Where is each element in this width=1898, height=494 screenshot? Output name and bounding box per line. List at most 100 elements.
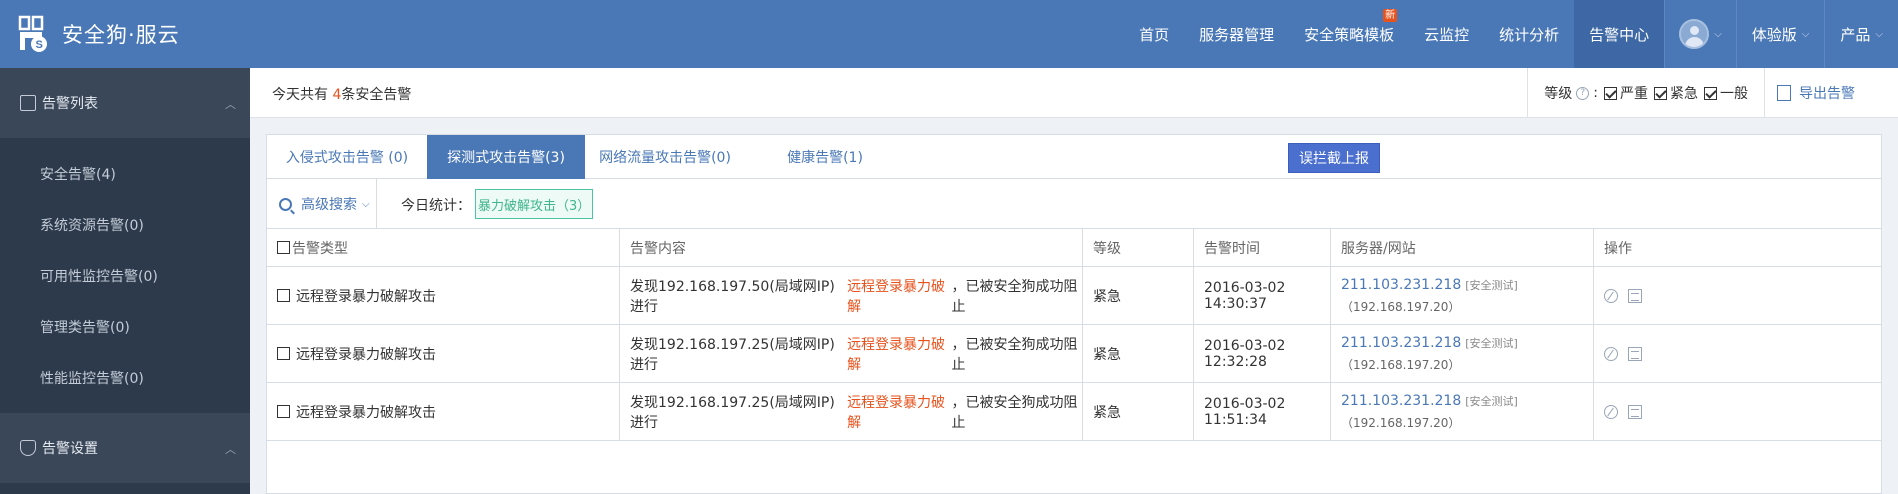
level-severe-checkbox[interactable] <box>1604 86 1617 100</box>
sidebar-item-management-alerts[interactable]: 管理类告警(0) <box>0 301 250 352</box>
user-menu[interactable]: ⌵ <box>1664 0 1737 68</box>
sidebar-item-label: 性能监控告警(0) <box>40 370 144 387</box>
filter-bar: 高级搜索 ⌵ 今日统计： 暴力破解攻击（3） <box>267 179 1881 229</box>
brand-name: 安全狗·服云 <box>62 23 180 47</box>
nav-cloud-monitor[interactable]: 云监控 <box>1409 0 1484 68</box>
ignore-icon[interactable] <box>1604 288 1618 303</box>
content-text: 发现192.168.197.25(局域网IP)进行 <box>630 336 835 373</box>
alert-time: 2016-03-02 12:32:28 <box>1204 337 1286 370</box>
level-severe-label: 严重 <box>1620 86 1648 102</box>
level-normal-checkbox[interactable] <box>1704 86 1717 100</box>
row-time-cell: 2016-03-02 11:51:34 <box>1194 383 1331 440</box>
row-actions-cell <box>1594 267 1881 324</box>
sidebar-item-performance-alerts[interactable]: 性能监控告警(0) <box>0 352 250 403</box>
tab-intrusion-attack[interactable]: 入侵式攻击告警 (0) <box>267 135 427 179</box>
server-tag: [安全测试] <box>1465 278 1518 292</box>
row-actions-cell <box>1594 383 1881 440</box>
tab-traffic-attack[interactable]: 网络流量攻击告警(0) <box>585 135 745 179</box>
search-icon <box>279 197 292 211</box>
server-local-ip: （192.168.197.20） <box>1341 415 1461 430</box>
alert-time: 2016-03-02 11:51:34 <box>1204 395 1286 428</box>
export-alerts-button[interactable]: 导出告警 <box>1764 68 1898 118</box>
ignore-icon[interactable] <box>1604 346 1618 361</box>
tab-label: 健康告警(1) <box>787 150 863 166</box>
server-ip-link[interactable]: 211.103.231.218 <box>1341 277 1461 293</box>
nav-cloud-monitor-label: 云监控 <box>1424 25 1470 44</box>
row-server-cell: 211.103.231.218 [安全测试] （192.168.197.20） <box>1331 325 1594 382</box>
level-urgent-checkbox[interactable] <box>1654 86 1667 100</box>
alert-type: 远程登录暴力破解攻击 <box>296 404 436 421</box>
top-bar: S 安全狗·服云 首页 服务器管理 安全策略模板 新 云监控 统计分析 告警中心… <box>0 0 1898 68</box>
table-header: 告警类型 告警内容 等级 告警时间 服务器/网站 操作 <box>267 229 1881 267</box>
nav-home[interactable]: 首页 <box>1124 0 1184 68</box>
chevron-down-icon: ⌵ <box>362 198 370 210</box>
content-highlight: 远程登录暴力破解 <box>847 336 946 373</box>
tab-label: 网络流量攻击告警(0) <box>599 150 731 166</box>
content-text: ，已被安全狗成功阻止 <box>951 394 1078 431</box>
false-block-report-button[interactable]: 误拦截上报 <box>1288 143 1380 173</box>
server-ip-link[interactable]: 211.103.231.218 <box>1341 393 1461 409</box>
summary-bar: 今天共有 4条安全告警 等级 ?: 严重 紧急 一般 导出告警 <box>250 68 1898 118</box>
row-server-cell: 211.103.231.218 [安全测试] （192.168.197.20） <box>1331 267 1594 324</box>
question-icon[interactable]: ? <box>1576 86 1590 100</box>
row-checkbox[interactable] <box>277 347 290 360</box>
today-stats-label: 今日统计： <box>401 198 471 214</box>
logo[interactable]: S 安全狗·服云 <box>18 14 180 54</box>
row-content-cell: 发现192.168.197.50(局域网IP)进行 远程登录暴力破解 ，已被安全狗成… <box>620 267 1083 324</box>
sidebar-item-availability-alerts[interactable]: 可用性监控告警(0) <box>0 250 250 301</box>
nav-trial-version[interactable]: 体验版 ⌵ <box>1737 0 1826 68</box>
advanced-search-button[interactable]: 高级搜索 ⌵ <box>267 179 377 229</box>
detail-icon[interactable] <box>1628 288 1642 303</box>
new-badge: 新 <box>1383 9 1398 22</box>
tab-health-alert[interactable]: 健康告警(1) <box>745 135 905 179</box>
alert-time: 2016-03-02 14:30:37 <box>1204 279 1286 312</box>
content-highlight: 远程登录暴力破解 <box>847 394 946 431</box>
nav-server-management[interactable]: 服务器管理 <box>1184 0 1289 68</box>
row-checkbox[interactable] <box>277 405 290 418</box>
server-ip-link[interactable]: 211.103.231.218 <box>1341 335 1461 351</box>
detail-icon[interactable] <box>1628 404 1642 419</box>
tab-probe-attack[interactable]: 探测式攻击告警(3) <box>427 135 585 179</box>
brute-force-stat-tag[interactable]: 暴力破解攻击（3） <box>475 189 594 219</box>
sidebar-group-alert-settings[interactable]: 告警设置 ︿ <box>0 413 250 483</box>
header-server: 服务器/网站 <box>1331 229 1594 266</box>
row-time-cell: 2016-03-02 12:32:28 <box>1194 325 1331 382</box>
sidebar-item-security-alerts[interactable]: 安全告警(4) <box>0 148 250 199</box>
header-label: 告警时间 <box>1204 240 1260 257</box>
select-all-checkbox[interactable] <box>277 241 290 254</box>
content-text: ，已被安全狗成功阻止 <box>951 336 1078 373</box>
header-actions: 操作 <box>1594 229 1881 266</box>
level-urgent-label: 紧急 <box>1670 86 1698 102</box>
row-type-cell: 远程登录暴力破解攻击 <box>267 267 620 324</box>
alert-tabs: 入侵式攻击告警 (0) 探测式攻击告警(3) 网络流量攻击告警(0) 健康告警(… <box>267 135 1881 179</box>
header-level: 等级 <box>1083 229 1194 266</box>
header-alert-content: 告警内容 <box>620 229 1083 266</box>
content-text: ，已被安全狗成功阻止 <box>951 278 1078 315</box>
chevron-up-icon: ︿ <box>225 98 236 111</box>
sidebar-list: 安全告警(4) 系统资源告警(0) 可用性监控告警(0) 管理类告警(0) 性能… <box>0 138 250 413</box>
alert-type: 远程登录暴力破解攻击 <box>296 346 436 363</box>
sidebar-group-label: 告警设置 <box>42 441 98 457</box>
alert-level: 紧急 <box>1093 288 1121 305</box>
nav-security-policy-template-label: 安全策略模板 <box>1304 25 1395 44</box>
row-content-cell: 发现192.168.197.25(局域网IP)进行 远程登录暴力破解 ，已被安全狗成… <box>620 383 1083 440</box>
detail-icon[interactable] <box>1628 346 1642 361</box>
content-highlight: 远程登录暴力破解 <box>847 278 946 315</box>
sidebar-item-label: 系统资源告警(0) <box>40 217 144 234</box>
alert-table: 告警类型 告警内容 等级 告警时间 服务器/网站 操作 远程登录暴力破解攻击 发… <box>267 229 1881 441</box>
level-filter: 等级 ?: 严重 紧急 一般 <box>1527 68 1764 118</box>
nav-security-policy-template[interactable]: 安全策略模板 新 <box>1289 0 1409 68</box>
ignore-icon[interactable] <box>1604 404 1618 419</box>
chevron-down-icon: ⌵ <box>1714 28 1722 40</box>
sidebar-group-alert-list[interactable]: 告警列表 ︿ <box>0 68 250 138</box>
main-content: 今天共有 4条安全告警 等级 ?: 严重 紧急 一般 导出告警 入侵式攻击告警 … <box>250 68 1898 494</box>
alert-type: 远程登录暴力破解攻击 <box>296 288 436 305</box>
nav-product[interactable]: 产品 ⌵ <box>1825 0 1898 68</box>
sidebar-item-label: 安全告警(4) <box>40 166 116 183</box>
sidebar: 告警列表 ︿ 安全告警(4) 系统资源告警(0) 可用性监控告警(0) 管理类告… <box>0 68 250 494</box>
row-type-cell: 远程登录暴力破解攻击 <box>267 383 620 440</box>
nav-alert-center[interactable]: 告警中心 <box>1574 0 1665 68</box>
sidebar-item-system-resource-alerts[interactable]: 系统资源告警(0) <box>0 199 250 250</box>
nav-statistics[interactable]: 统计分析 <box>1484 0 1574 68</box>
row-checkbox[interactable] <box>277 289 290 302</box>
